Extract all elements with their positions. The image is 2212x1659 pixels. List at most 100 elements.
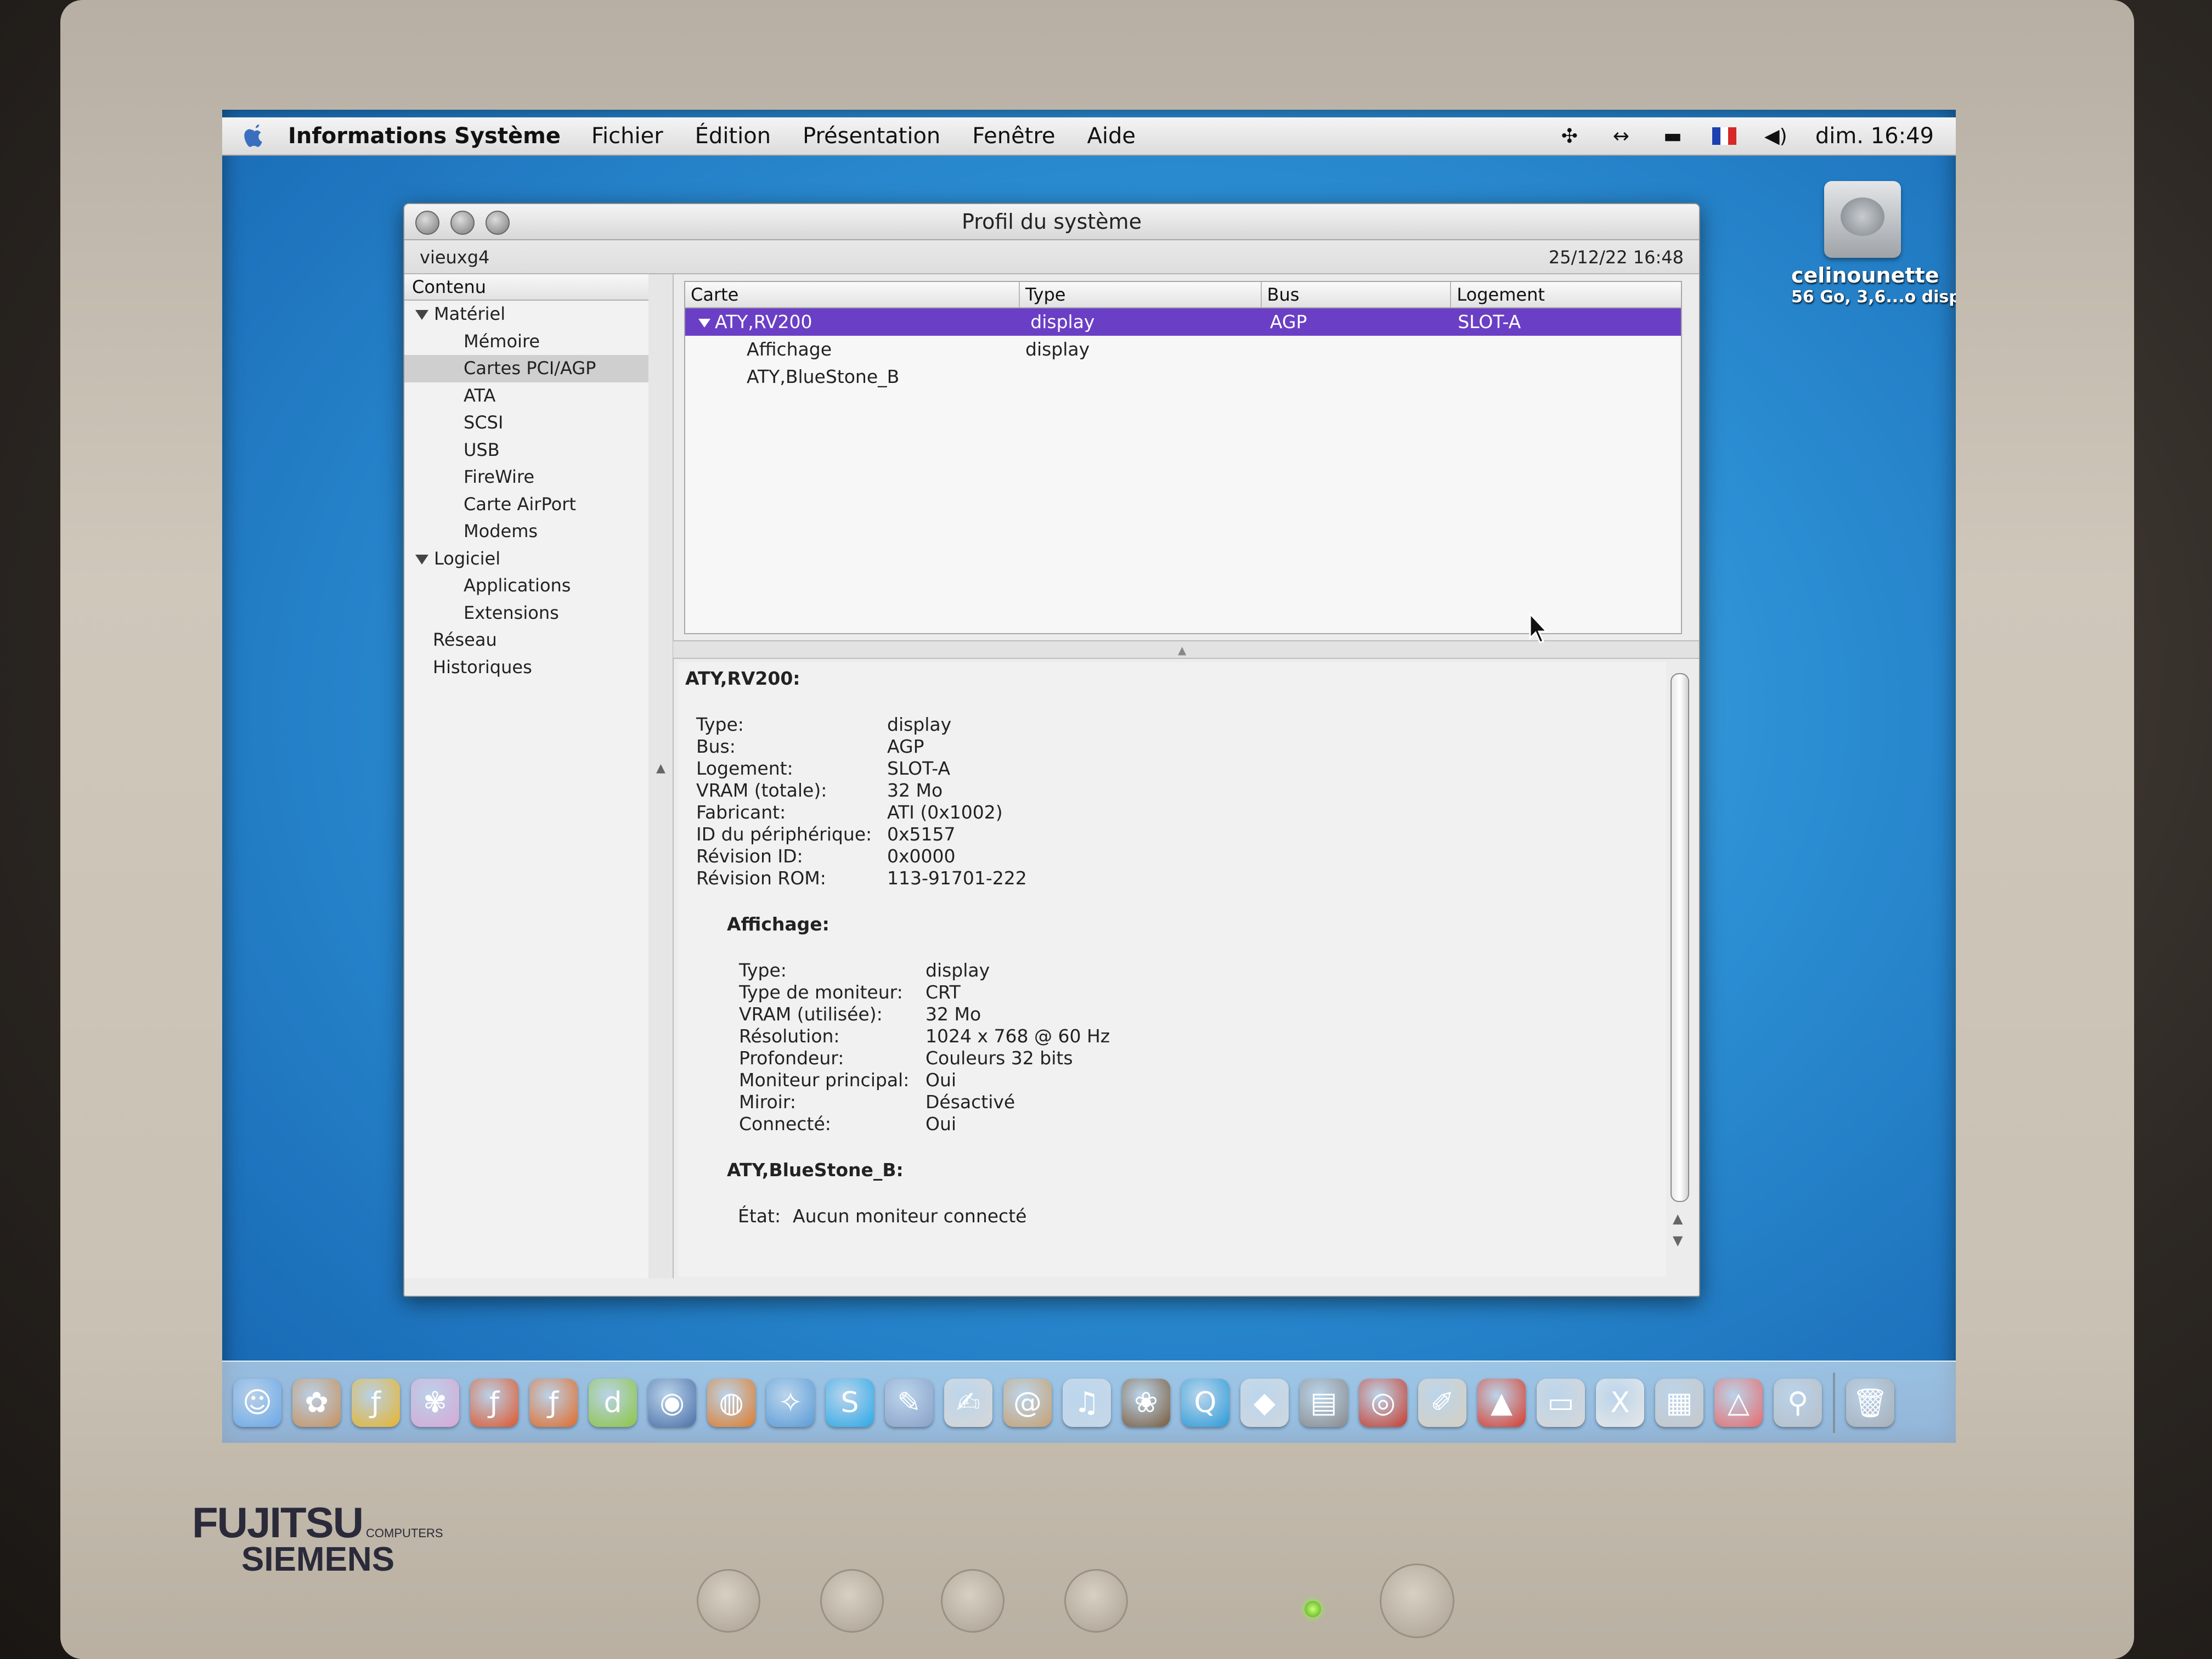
french-flag-icon[interactable] — [1712, 127, 1736, 145]
menu-bar: Informations Système Fichier Édition Pré… — [222, 117, 1956, 156]
prop-value: 32 Mo — [926, 1003, 981, 1025]
column-carte[interactable]: Carte — [685, 282, 1020, 307]
close-button[interactable] — [415, 211, 439, 235]
printer-icon[interactable]: ▤ — [1300, 1379, 1348, 1427]
volume-icon[interactable]: ◀) — [1764, 125, 1788, 148]
disclosure-triangle-icon[interactable] — [698, 318, 710, 328]
utility-icon[interactable]: ▲ — [1477, 1379, 1526, 1427]
sidebar-item-scsi[interactable]: SCSI — [404, 409, 648, 437]
column-logement[interactable]: Logement — [1451, 282, 1681, 307]
details-pane: ATY,RV200: Type: display Bus: AGP Logeme… — [679, 662, 1666, 1277]
window-titlebar[interactable]: Profil du système — [404, 204, 1699, 240]
sidebar-splitter[interactable]: ▲ — [648, 274, 674, 1278]
prop-value: Oui — [926, 1113, 957, 1135]
monitor-button-left[interactable] — [820, 1569, 884, 1633]
xerox-icon[interactable]: X — [1596, 1379, 1644, 1427]
preview-icon[interactable]: ✎ — [885, 1379, 933, 1427]
prop-label: VRAM (utilisée): — [739, 1003, 883, 1025]
column-bus[interactable]: Bus — [1262, 282, 1452, 307]
sidebar-header[interactable]: Contenu — [404, 274, 648, 301]
table-row[interactable]: Affichage display — [685, 336, 1681, 363]
calculator-icon[interactable]: ▦ — [1655, 1379, 1703, 1427]
details-scrollbar[interactable]: ▲ ▼ — [1666, 668, 1690, 1271]
profile-date: 25/12/22 16:48 — [1548, 247, 1684, 268]
photo-app-icon[interactable]: ✿ — [292, 1379, 341, 1427]
quicktime-search-icon[interactable]: Q — [1181, 1379, 1229, 1427]
butterfly-app-icon[interactable]: ✾ — [411, 1379, 459, 1427]
prop-value: CRT — [926, 981, 961, 1003]
splitter-arrow-icon[interactable]: ▲ — [656, 761, 665, 775]
sidebar-item-usb[interactable]: USB — [404, 437, 648, 464]
sidebar-item-ata[interactable]: ATA — [404, 382, 648, 410]
flash-app-icon-3[interactable]: ƒ — [529, 1379, 578, 1427]
chart-app-icon[interactable]: △ — [1714, 1379, 1763, 1427]
table-row[interactable]: ATY,RV200 display AGP SLOT-A — [685, 308, 1681, 336]
monitor-button-right[interactable] — [941, 1569, 1005, 1633]
monitor-brand-logo: FUJITSU COMPUTERS SIEMENS — [192, 1498, 443, 1578]
sidebar-group-logiciel[interactable]: Logiciel — [404, 545, 648, 573]
details-third-title: ATY,BlueStone_B: — [727, 1159, 904, 1181]
skype-icon[interactable]: S — [826, 1379, 874, 1427]
color-sync-icon[interactable]: ◎ — [1359, 1379, 1407, 1427]
desktop-disk[interactable]: celinounette 56 Go, 3,6...o disponible — [1791, 181, 1956, 307]
display-icon[interactable]: ▬ — [1661, 125, 1685, 148]
disclosure-triangle-icon[interactable] — [415, 310, 428, 320]
network-icon[interactable]: ✣ — [1558, 125, 1582, 148]
scroll-down-arrow-icon[interactable]: ▼ — [1673, 1233, 1683, 1248]
disclosure-triangle-icon[interactable] — [415, 554, 428, 565]
network-utility-icon[interactable]: ⚲ — [1774, 1379, 1822, 1427]
sidebar-item-extensions[interactable]: Extensions — [404, 600, 648, 627]
apple-app-icon[interactable]: ◆ — [1240, 1379, 1289, 1427]
sidebar-item-historiques[interactable]: Historiques — [404, 654, 648, 681]
flash-app-icon-1[interactable]: ƒ — [352, 1379, 400, 1427]
itunes-icon[interactable]: ♫ — [1063, 1379, 1111, 1427]
dreamweaver-icon[interactable]: d — [589, 1379, 637, 1427]
prop-value: 0x0000 — [887, 845, 956, 867]
iphoto-icon[interactable]: ❀ — [1122, 1379, 1170, 1427]
sidebar-group-materiel[interactable]: Matériel — [404, 301, 648, 328]
app-menu[interactable]: Informations Système — [288, 123, 561, 149]
address-book-icon[interactable]: @ — [1003, 1379, 1052, 1427]
sync-icon[interactable]: ↔ — [1609, 125, 1633, 148]
flash-app-icon-2[interactable]: ƒ — [470, 1379, 518, 1427]
safari-icon[interactable]: ✧ — [766, 1379, 815, 1427]
sidebar-item-memoire[interactable]: Mémoire — [404, 328, 648, 356]
sidebar-item-reseau[interactable]: Réseau — [404, 627, 648, 654]
system-profiler-window: Profil du système vieuxg4 25/12/22 16:48… — [403, 203, 1700, 1297]
menubar-clock[interactable]: dim. 16:49 — [1815, 123, 1934, 149]
table-row[interactable]: ATY,BlueStone_B — [685, 363, 1681, 391]
sidebar-item-modems[interactable]: Modems — [404, 518, 648, 545]
monitor-button-auto[interactable] — [1064, 1569, 1128, 1633]
column-type[interactable]: Type — [1020, 282, 1262, 307]
prop-value: Couleurs 32 bits — [926, 1047, 1073, 1069]
power-led — [1305, 1601, 1321, 1617]
sidebar-item-airport[interactable]: Carte AirPort — [404, 491, 648, 518]
textedit-icon[interactable]: ✍ — [944, 1379, 992, 1427]
splitter-handle-icon[interactable]: ▲ — [1178, 644, 1186, 657]
sidebar-item-applications[interactable]: Applications — [404, 572, 648, 600]
trash-icon[interactable]: 🗑 — [1846, 1379, 1894, 1427]
finder-icon[interactable]: ☺ — [233, 1379, 281, 1427]
power-button[interactable] — [1380, 1564, 1454, 1638]
menu-aide[interactable]: Aide — [1087, 123, 1136, 149]
menu-fichier[interactable]: Fichier — [591, 123, 663, 149]
menu-fenetre[interactable]: Fenêtre — [972, 123, 1055, 149]
monitor-button-menu[interactable] — [697, 1569, 760, 1633]
quicktime-icon[interactable]: ◉ — [648, 1379, 696, 1427]
menu-edition[interactable]: Édition — [695, 123, 771, 149]
scroll-thumb[interactable] — [1671, 673, 1689, 1202]
device-table: Carte Type Bus Logement ATY,RV200 displa… — [684, 281, 1682, 634]
prop-label: Révision ID: — [696, 845, 803, 867]
minimize-button[interactable] — [450, 211, 475, 235]
menu-presentation[interactable]: Présentation — [803, 123, 940, 149]
scanner-icon[interactable]: ▭ — [1537, 1379, 1585, 1427]
sidebar-item-cartes-pci-agp[interactable]: Cartes PCI/AGP — [404, 355, 648, 382]
zoom-button[interactable] — [486, 211, 510, 235]
prop-value: 113-91701-222 — [887, 867, 1027, 889]
script-editor-icon[interactable]: ✐ — [1418, 1379, 1466, 1427]
firefox-icon[interactable]: ◍ — [707, 1379, 755, 1427]
scroll-up-arrow-icon[interactable]: ▲ — [1673, 1211, 1683, 1226]
sidebar-item-firewire[interactable]: FireWire — [404, 464, 648, 491]
hard-disk-icon[interactable] — [1824, 181, 1901, 258]
apple-menu-icon[interactable] — [238, 122, 270, 150]
